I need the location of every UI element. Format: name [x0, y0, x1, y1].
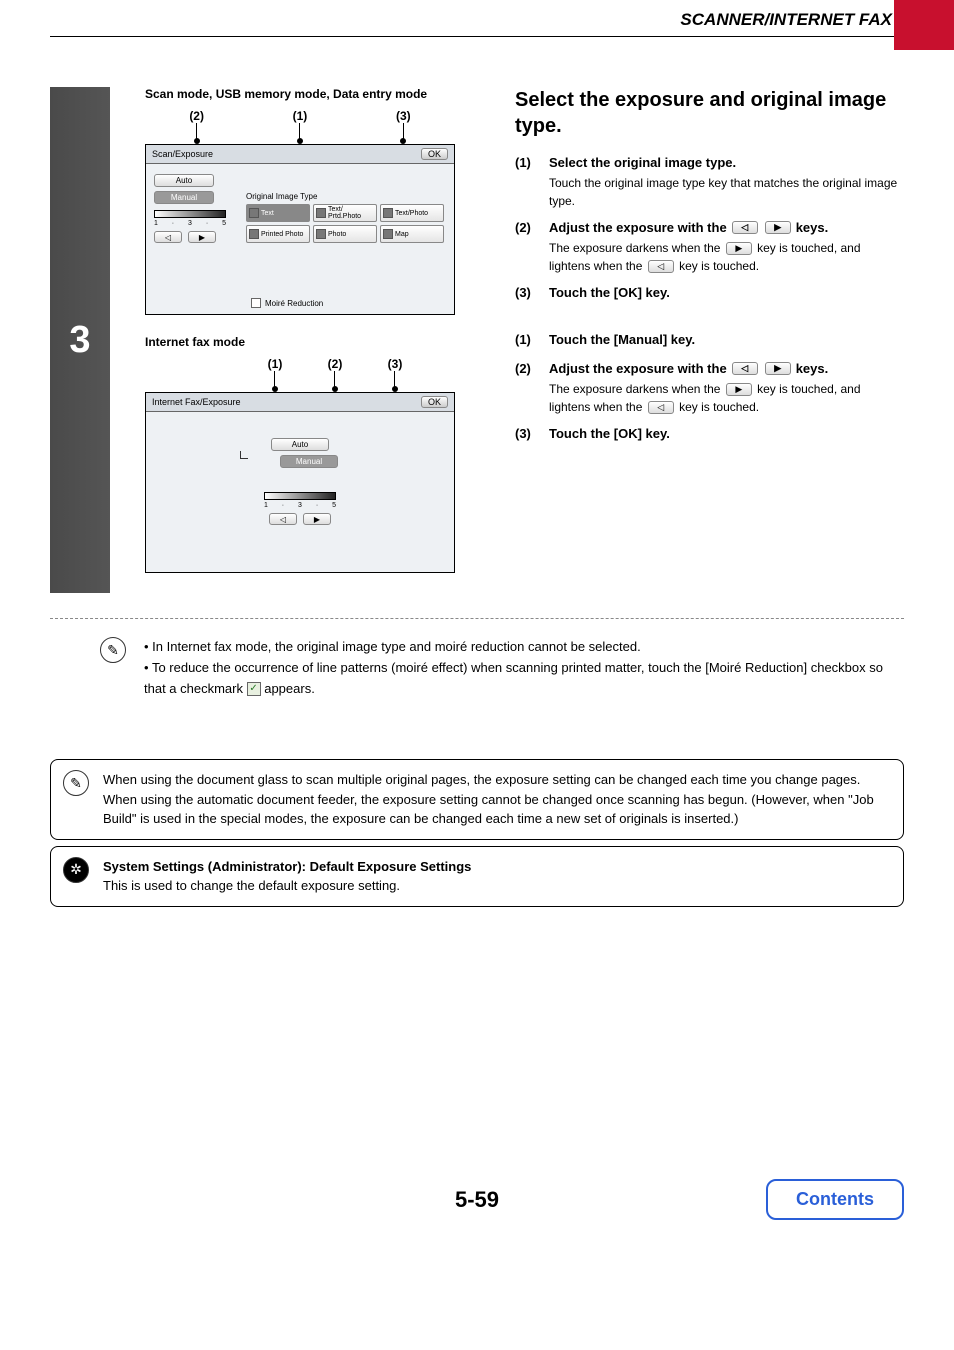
note-item: In Internet fax mode, the original image…: [144, 637, 904, 658]
manual-button[interactable]: Manual: [154, 191, 214, 204]
type-text-prtd-photo-button[interactable]: Text/ Prtd.Photo: [313, 204, 377, 222]
instr-desc: The exposure darkens when the ▶ key is t…: [549, 380, 904, 416]
darken-icon: ▶: [765, 362, 791, 375]
type-text-button[interactable]: Text: [246, 204, 310, 222]
auto-button[interactable]: Auto: [154, 174, 214, 187]
ok-button-2[interactable]: OK: [421, 396, 448, 408]
instr-title: Touch the [OK] key.: [549, 426, 904, 441]
note-item: To reduce the occurrence of line pattern…: [144, 658, 904, 700]
text-photo-icon: [383, 208, 393, 218]
info-box: ✎ When using the document glass to scan …: [50, 759, 904, 840]
instr-title: Adjust the exposure with the ◁ ▶ keys.: [549, 361, 904, 376]
instr-num: (2): [515, 361, 549, 416]
printed-photo-icon: [249, 229, 259, 239]
moire-checkbox[interactable]: [251, 298, 261, 308]
type-map-button[interactable]: Map: [380, 225, 444, 243]
instr-title: Select the original image type.: [549, 155, 904, 170]
darken-button-2[interactable]: ▶: [303, 513, 331, 525]
instr-title: Touch the [OK] key.: [549, 285, 904, 300]
lighten-icon: ◁: [732, 221, 758, 234]
photo-icon: [316, 229, 326, 239]
header-title: SCANNER/INTERNET FAX: [680, 10, 904, 30]
pencil-note-icon: ✎: [63, 770, 89, 796]
mode-caption-2: Internet fax mode: [145, 335, 485, 349]
text-prtd-photo-icon: [316, 208, 326, 218]
instr-title: Touch the [Manual] key.: [549, 332, 904, 347]
admin-info-body: This is used to change the default expos…: [103, 876, 471, 896]
instr-desc: Touch the original image type key that m…: [549, 174, 904, 210]
step-number: 3: [69, 319, 90, 362]
instr-num: (3): [515, 285, 549, 304]
gear-icon: ✲: [63, 857, 89, 883]
darken-icon: ▶: [765, 221, 791, 234]
admin-info-title: System Settings (Administrator): Default…: [103, 857, 471, 877]
auto-button-2[interactable]: Auto: [271, 438, 329, 451]
admin-info-box: ✲ System Settings (Administrator): Defau…: [50, 846, 904, 907]
ifax-exposure-panel: Internet Fax/Exposure OK Auto Manual 1: [145, 392, 455, 573]
panel2-title: Internet Fax/Exposure: [152, 397, 241, 407]
callout2-2: (2): [328, 357, 343, 371]
callout-1: (1): [293, 109, 308, 123]
type-text-photo-button[interactable]: Text/Photo: [380, 204, 444, 222]
callout-2: (2): [189, 109, 204, 123]
lighten-button-2[interactable]: ◁: [269, 513, 297, 525]
step-sidebar: 3: [50, 87, 110, 593]
original-image-type-label: Original Image Type: [246, 192, 446, 201]
map-icon: [383, 229, 393, 239]
type-printed-photo-button[interactable]: Printed Photo: [246, 225, 310, 243]
darken-button[interactable]: ▶: [188, 231, 216, 243]
darken-icon: ▶: [726, 242, 752, 255]
ok-button[interactable]: OK: [421, 148, 448, 160]
instr-desc: The exposure darkens when the ▶ key is t…: [549, 239, 904, 275]
instr-num: (1): [515, 155, 549, 210]
text-icon: [249, 208, 259, 218]
instr-num: (3): [515, 426, 549, 445]
lighten-button[interactable]: ◁: [154, 231, 182, 243]
type-photo-button[interactable]: Photo: [313, 225, 377, 243]
darken-icon: ▶: [726, 383, 752, 396]
callout-3: (3): [396, 109, 411, 123]
exposure-bar-2: [264, 492, 336, 500]
callout2-3: (3): [388, 357, 403, 371]
instr-num: (2): [515, 220, 549, 275]
page-header: SCANNER/INTERNET FAX: [50, 0, 904, 37]
scan-exposure-panel: Scan/Exposure OK Auto Manual 1 · 3 · 5: [145, 144, 455, 315]
lighten-icon: ◁: [732, 362, 758, 375]
instr-title: Adjust the exposure with the ◁ ▶ keys.: [549, 220, 904, 235]
panel1-title: Scan/Exposure: [152, 149, 213, 159]
checkmark-icon: ✓: [247, 682, 261, 696]
contents-button[interactable]: Contents: [766, 1179, 904, 1220]
page-number: 5-59: [455, 1187, 499, 1213]
callout2-1: (1): [268, 357, 283, 371]
lighten-icon: ◁: [648, 260, 674, 273]
pencil-note-icon: ✎: [100, 637, 126, 663]
chapter-tab: [894, 0, 954, 50]
instr-num: (1): [515, 332, 549, 351]
lighten-icon: ◁: [648, 401, 674, 414]
mode-caption-1: Scan mode, USB memory mode, Data entry m…: [145, 87, 485, 101]
moire-label: Moiré Reduction: [265, 299, 323, 308]
manual-button-2[interactable]: Manual: [280, 455, 338, 468]
exposure-scale: 1 · 3 · 5: [154, 220, 226, 227]
exposure-bar: [154, 210, 226, 218]
info-text: When using the document glass to scan mu…: [103, 770, 891, 829]
exposure-scale-2: 1 · 3 · 5: [264, 502, 336, 509]
section-heading: Select the exposure and original image t…: [515, 87, 904, 139]
